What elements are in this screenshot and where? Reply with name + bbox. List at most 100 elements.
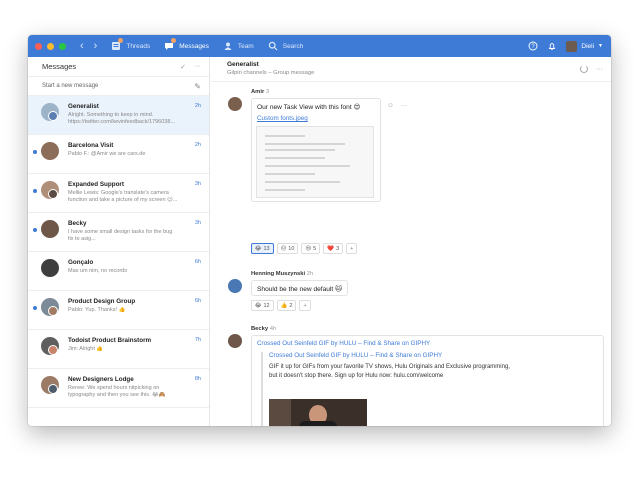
new-message-label: Start a new message (42, 83, 99, 89)
avatar (228, 97, 242, 111)
close-window-button[interactable] (35, 42, 42, 50)
channel-header: Generalist Gilpin channels – Group messa… (211, 57, 611, 82)
tab-team-label: Team (237, 42, 254, 50)
avatar (48, 189, 58, 199)
attachment-thumbnail[interactable] (256, 126, 374, 198)
check-icon[interactable]: ✓ (180, 63, 186, 71)
add-reaction-button[interactable]: + (346, 243, 358, 254)
reaction-button[interactable]: 😂 12 (251, 300, 274, 311)
conversation-name: New Designers Lodge (68, 376, 134, 383)
conversation-name: Gonçalo (68, 259, 94, 266)
conversation-item[interactable]: Todoist Product Brainstorm 7h Jim: Alrig… (28, 330, 209, 369)
unread-dot (33, 306, 37, 310)
conversation-item[interactable]: Expanded Support 3h Mellie Lewis: Google… (28, 174, 209, 213)
window-controls (35, 42, 66, 50)
unread-dot (33, 150, 37, 154)
avatar (566, 40, 578, 52)
gif-preview[interactable] (269, 399, 367, 426)
message-bubble: Should be the new default 🐱 (251, 280, 348, 296)
minimize-window-button[interactable] (47, 42, 54, 50)
avatar (48, 345, 58, 355)
reaction-button[interactable]: 😂 13 (251, 243, 274, 254)
loading-icon (580, 65, 588, 73)
more-icon[interactable]: ··· (596, 66, 603, 73)
avatar (48, 111, 58, 121)
reaction-button[interactable]: 😢 5 (301, 243, 321, 254)
tab-team[interactable]: Team (223, 41, 254, 51)
zoom-window-button[interactable] (59, 42, 66, 50)
message-text: Our new Task View with this font 😍 (257, 104, 361, 111)
avatar (48, 306, 58, 316)
new-message-row[interactable]: Start a new message ✎ (28, 77, 209, 96)
more-icon[interactable]: ··· (194, 63, 201, 71)
conversation-preview: Mas um nim, no recordo (68, 268, 128, 274)
message-text: Should be the new default 🐱 (257, 286, 342, 293)
conversation-item[interactable]: Gonçalo 6h Mas um nim, no recordo (28, 252, 209, 291)
conversation-name: Todoist Product Brainstorm (68, 337, 152, 344)
embed-title[interactable]: Crossed Out Seinfeld GIF by HULU – Find … (269, 352, 594, 359)
messages-badge (171, 38, 177, 43)
tab-search-label: Search (282, 42, 304, 50)
message-time: 2h (306, 271, 314, 277)
conversation-name: Barcelona Visit (68, 142, 114, 149)
avatar (41, 142, 59, 160)
conversation-item[interactable]: Product Design Group 6h Pablo: Yup. Than… (28, 291, 209, 330)
message-pane: Generalist Gilpin channels – Group messa… (211, 57, 611, 426)
conversation-item[interactable]: Barcelona Visit 2h Pablo F.: @Amir we ar… (28, 135, 209, 174)
conversation-preview: function and take a picture of my screen… (68, 197, 178, 203)
sidebar-header: Messages ✓ ··· (28, 57, 209, 77)
tab-messages-label: Messages (179, 42, 209, 50)
back-arrow-icon[interactable]: ‹ (80, 40, 84, 52)
conversation-preview: Mellie Lewis: Google's translate's camer… (68, 190, 169, 196)
history-nav: ‹ › (80, 40, 97, 52)
emoji-icon[interactable]: ☺ (387, 102, 394, 109)
chevron-down-icon: ▼ (598, 43, 603, 49)
conversation-item[interactable]: New Designers Lodge 8h Renee: We spend h… (28, 369, 209, 408)
conversation-time: 2h (194, 103, 201, 109)
conversation-time: 8h (194, 376, 201, 382)
conversation-time: 3h (194, 181, 201, 187)
add-reaction-button[interactable]: + (299, 300, 311, 311)
forward-arrow-icon[interactable]: › (94, 40, 98, 52)
tab-threads[interactable]: Threads (111, 38, 150, 51)
message-author: Becky 4h (251, 326, 277, 332)
sidebar-title: Messages (42, 62, 77, 71)
reaction-button[interactable]: 😐 10 (276, 243, 299, 254)
search-icon (268, 41, 278, 51)
attachment-link[interactable]: Custom fonts.jpeg (252, 115, 380, 122)
conversation-preview: Pablo: Yup. Thanks! 👍 (68, 307, 126, 313)
compose-icon[interactable]: ✎ (194, 82, 201, 91)
avatar (41, 259, 59, 277)
conversation-name: Expanded Support (68, 181, 124, 188)
conversation-preview: fix to asig... (68, 236, 96, 242)
message-link[interactable]: Crossed Out Seinfeld GIF by HULU – Find … (252, 336, 603, 347)
message-tools: ☺ ··· (387, 102, 407, 109)
conversation-preview: https://twitter.com/kevinfeedback/179603… (68, 119, 176, 125)
user-name: Dieli (581, 42, 595, 50)
avatar (228, 279, 242, 293)
conversation-time: 7h (194, 337, 201, 343)
reaction-button[interactable]: 👍 2 (276, 300, 297, 311)
conversation-preview: Jim: Alright 👍 (68, 346, 104, 352)
unread-dot (33, 228, 37, 232)
reactions: 😂 12 👍 2 + (251, 300, 311, 311)
conversation-time: 3h (194, 220, 201, 226)
conversation-item[interactable]: Becky 3h I have some small design tasks … (28, 213, 209, 252)
conversation-preview: typography and then you see this. 😂🙈 (68, 392, 166, 398)
conversation-item[interactable]: Generalist 2h Alright. Something to keep… (28, 96, 209, 135)
bell-icon[interactable] (547, 41, 557, 51)
conversation-preview: Alright. Something to keep in mind. (68, 112, 154, 118)
help-icon[interactable]: ? (528, 41, 538, 51)
message-time: 4h (269, 326, 277, 332)
tab-messages[interactable]: Messages (164, 38, 209, 51)
conversation-preview: Renee: We spend hours nitpicking on (68, 385, 160, 391)
conversation-name: Becky (68, 220, 87, 227)
threads-badge (118, 38, 124, 43)
conversation-sidebar: Messages ✓ ··· Start a new message ✎ Gen… (28, 57, 210, 426)
reactions: 😂 13 😐 10 😢 5 ❤️ 3 + (251, 243, 358, 254)
user-menu[interactable]: Dieli ▼ (566, 40, 603, 52)
more-icon[interactable]: ··· (401, 102, 408, 109)
tab-search[interactable]: Search (268, 41, 304, 51)
reaction-button[interactable]: ❤️ 3 (323, 243, 344, 254)
embed-card: Crossed Out Seinfeld GIF by HULU – Find … (261, 352, 594, 426)
